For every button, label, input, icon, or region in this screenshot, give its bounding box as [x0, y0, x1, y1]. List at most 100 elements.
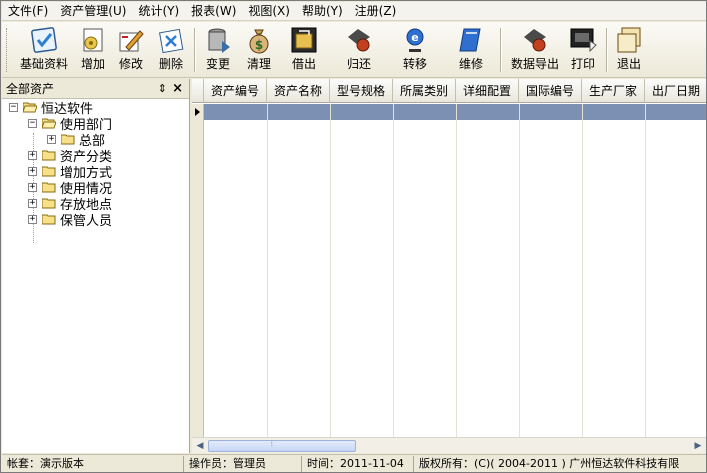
print-button[interactable]: 打印 [566, 25, 600, 75]
expand-icon[interactable]: + [47, 134, 56, 144]
menu-register[interactable]: 注册(Z) [349, 2, 403, 21]
collapse-icon[interactable]: − [9, 102, 18, 112]
delete-button[interactable]: 删除 [154, 25, 188, 75]
return-label: 归还 [346, 57, 371, 71]
row-indicator-icon [192, 104, 204, 120]
scroll-left-icon[interactable]: ◀ [194, 440, 206, 452]
printer-icon [570, 28, 597, 53]
return-button[interactable]: 归还 [342, 25, 376, 75]
folder-icon [42, 182, 56, 192]
exit-button[interactable]: 退出 [612, 25, 646, 75]
check-doc-icon [31, 27, 57, 53]
export-button[interactable]: 数据导出 [508, 25, 562, 75]
repair-book-icon [459, 28, 481, 52]
expand-icon[interactable]: + [28, 150, 37, 160]
main-window: 文件(F) 资产管理(U) 统计(Y) 报表(W) 视图(X) 帮助(Y) 注册… [0, 0, 707, 473]
add-gear-icon [83, 28, 103, 52]
transfer-e-icon: e [406, 28, 424, 52]
column-header-configuration[interactable]: 详细配置 [456, 79, 519, 103]
transfer-label: 转移 [402, 57, 427, 71]
transfer-button[interactable]: e 转移 [398, 25, 432, 75]
pin-icon[interactable]: ⇕ [158, 82, 167, 95]
status-account: 帐套：演示版本 [4, 456, 184, 472]
scroll-right-icon[interactable]: ▶ [692, 440, 704, 452]
column-header-asset-id[interactable]: 资产编号 [204, 79, 267, 103]
folder-icon [42, 214, 56, 224]
add-button[interactable]: 增加 [76, 25, 110, 75]
folder-icon [42, 166, 56, 176]
asset-tree-panel: 全部资产 ⇕ × − 恒达软件 − 使用部门 + 总部 + 资产分类 + 增加方… [2, 79, 190, 453]
exit-label: 退出 [616, 57, 641, 71]
menu-bar: 文件(F) 资产管理(U) 统计(Y) 报表(W) 视图(X) 帮助(Y) 注册… [2, 2, 706, 21]
menu-view[interactable]: 视图(X) [242, 2, 296, 21]
expand-icon[interactable]: + [28, 214, 37, 224]
status-operator: 操作员：管理员 [186, 456, 302, 472]
change-label: 变更 [205, 57, 230, 71]
collapse-icon[interactable]: − [28, 118, 37, 128]
basic-data-button[interactable]: 基础资料 [16, 25, 72, 75]
column-header-model-spec[interactable]: 型号规格 [330, 79, 393, 103]
scroll-thumb[interactable] [208, 440, 356, 452]
basic-data-label: 基础资料 [19, 57, 68, 71]
tree-node-custodian[interactable]: + 保管人员 [28, 211, 112, 229]
asset-tree: − 恒达软件 − 使用部门 + 总部 + 资产分类 + 增加方式 + 使用情况 … [2, 99, 189, 451]
lend-button[interactable]: 借出 [287, 25, 321, 75]
toolbar-grip[interactable] [6, 28, 9, 72]
add-label: 增加 [80, 57, 105, 71]
clean-button[interactable]: $ 清理 [242, 25, 276, 75]
asset-grid[interactable]: 资产编号 资产名称 型号规格 所属类别 详细配置 国际编号 生产厂家 出厂日期 … [192, 79, 706, 453]
expand-icon[interactable]: + [28, 198, 37, 208]
svg-text:e: e [411, 31, 418, 44]
folder-icon [61, 134, 75, 144]
expand-icon[interactable]: + [28, 182, 37, 192]
toolbar-separator [606, 28, 608, 72]
status-bar: 帐套：演示版本 操作员：管理员 时间：2011-11-04 版权所有：(C)( … [2, 454, 706, 472]
repair-label: 维修 [458, 57, 483, 71]
row-indicator-column [192, 120, 204, 442]
clean-label: 清理 [246, 57, 271, 71]
menu-asset-management[interactable]: 资产管理(U) [54, 2, 132, 21]
export-arrow-icon [524, 29, 546, 52]
money-bag-icon: $ [249, 29, 269, 54]
menu-file[interactable]: 文件(F) [2, 2, 54, 21]
lend-box-icon [291, 27, 317, 53]
repair-button[interactable]: 维修 [454, 25, 488, 75]
delete-x-icon [159, 28, 184, 54]
print-label: 打印 [570, 57, 595, 71]
toolbar: 基础资料 增加 修改 删除 变更 $ 清理 借出 归还 e 转移 维修 数据导出… [2, 22, 706, 78]
exit-frames-icon [617, 27, 641, 53]
column-header-category[interactable]: 所属类别 [393, 79, 456, 103]
svg-text:$: $ [255, 38, 263, 52]
delete-label: 删除 [158, 57, 183, 71]
status-copyright: 版权所有：(C)( 2004-2011 ) 广州恒达软件科技有限 [419, 457, 680, 470]
edit-button[interactable]: 修改 [114, 25, 148, 75]
status-time: 时间：2011-11-04 [304, 456, 414, 472]
column-header-asset-name[interactable]: 资产名称 [267, 79, 330, 103]
open-folder-icon [23, 102, 37, 112]
change-button[interactable]: 变更 [200, 25, 236, 75]
row-indicator-header [192, 79, 204, 103]
lend-label: 借出 [291, 57, 316, 71]
toolbar-separator [194, 28, 196, 72]
change-can-icon [208, 28, 230, 53]
panel-header: 全部资产 ⇕ × [2, 79, 189, 99]
expand-icon[interactable]: + [28, 166, 37, 176]
column-header-intl-code[interactable]: 国际编号 [519, 79, 582, 103]
menu-help[interactable]: 帮助(Y) [296, 2, 349, 21]
edit-pencil-icon [119, 30, 144, 52]
export-label: 数据导出 [510, 57, 559, 71]
toolbar-separator [500, 28, 502, 72]
folder-icon [42, 198, 56, 208]
column-header-manufacturer[interactable]: 生产厂家 [582, 79, 645, 103]
menu-statistics[interactable]: 统计(Y) [132, 2, 185, 21]
grid-header: 资产编号 资产名称 型号规格 所属类别 详细配置 国际编号 生产厂家 出厂日期 [192, 79, 706, 103]
menu-reports[interactable]: 报表(W) [185, 2, 242, 21]
column-header-production-date[interactable]: 出厂日期 [645, 79, 706, 103]
panel-title: 全部资产 [6, 82, 55, 96]
horizontal-scrollbar[interactable]: ◀ ▶ [192, 437, 706, 453]
close-icon[interactable]: × [172, 81, 183, 96]
edit-label: 修改 [118, 57, 143, 71]
return-arrow-icon [348, 29, 370, 52]
table-row-selected[interactable] [192, 104, 706, 120]
folder-icon [42, 150, 56, 160]
